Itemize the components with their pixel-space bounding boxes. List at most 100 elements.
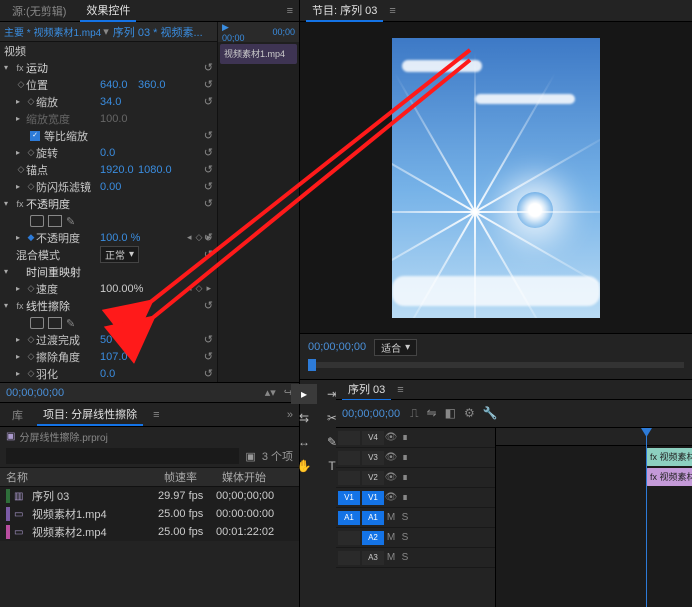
sequence-clip-link[interactable]: 序列 03 * 视频素...	[113, 24, 203, 40]
reset-icon[interactable]: ↺	[204, 180, 213, 193]
twirl-open-icon[interactable]: ▾	[4, 199, 12, 208]
fold-up-icon[interactable]: ▴▾	[265, 386, 276, 399]
track-label[interactable]: V4	[362, 431, 384, 445]
col-name[interactable]: 名称	[0, 469, 158, 485]
keyframe-stopwatch-icon[interactable]: ◇	[16, 79, 26, 90]
reset-icon[interactable]: ↺	[204, 197, 213, 210]
track-label[interactable]: V1	[362, 491, 384, 505]
scale-value[interactable]: 34.0	[100, 96, 121, 108]
reset-icon[interactable]: ↺	[204, 129, 213, 142]
opacity-effect[interactable]: ▾ fx 不透明度 ↺	[0, 195, 217, 212]
list-item[interactable]: ▭ 视频素材1.mp4 25.00 fps 00:00:00:00	[0, 505, 299, 523]
project-tab[interactable]: 项目: 分屏线性擦除	[37, 404, 143, 426]
pen-mask-icon[interactable]: ✎	[66, 215, 80, 227]
track-src-patch[interactable]	[338, 551, 360, 565]
mute-icon[interactable]: M	[384, 552, 398, 563]
lock-icon[interactable]: ∎	[398, 472, 412, 483]
hand-tool[interactable]: ✋	[291, 456, 317, 476]
position-y-value[interactable]: 360.0	[138, 79, 166, 91]
position-x-value[interactable]: 640.0	[100, 79, 128, 91]
track-src-patch[interactable]	[338, 431, 360, 445]
ripple-tool[interactable]: ⇆	[291, 408, 317, 428]
linear-wipe-effect[interactable]: ▾ fx 线性擦除 ↺	[0, 297, 217, 314]
reset-icon[interactable]: ↺	[204, 78, 213, 91]
solo-icon[interactable]: S	[398, 552, 412, 563]
program-scrub-bar[interactable]	[308, 362, 684, 368]
tab-menu-icon[interactable]: ≡	[287, 5, 293, 17]
col-fps[interactable]: 帧速率	[158, 469, 216, 485]
keyframe-stopwatch-icon[interactable]: ◇	[26, 181, 36, 192]
keyframe-stopwatch-icon[interactable]: ◇	[26, 283, 36, 294]
project-search-input[interactable]	[6, 448, 239, 464]
link-icon[interactable]: ⇋	[427, 406, 437, 421]
library-tab[interactable]: 库	[6, 405, 29, 425]
track-src-patch[interactable]	[338, 471, 360, 485]
keyframe-stopwatch-icon[interactable]: ◇	[26, 368, 36, 379]
track-header-v1[interactable]: V1 V1 👁 ∎	[336, 488, 495, 508]
wipe-angle-value[interactable]: 107.0°	[100, 351, 132, 363]
tab-menu-icon[interactable]: ≡	[153, 409, 159, 421]
track-header-a3[interactable]: A3 M S	[336, 548, 495, 568]
fx-badge-icon[interactable]: fx	[14, 63, 26, 73]
tab-menu-icon[interactable]: ≡	[389, 5, 395, 17]
eye-icon[interactable]: 👁	[384, 432, 398, 443]
list-item[interactable]: ▥ 序列 03 29.97 fps 00;00;00;00	[0, 487, 299, 505]
reset-icon[interactable]: ↺	[204, 163, 213, 176]
reset-icon[interactable]: ↺	[204, 333, 213, 346]
uniform-scale-row[interactable]: ✓ 等比缩放 ↺	[0, 127, 217, 144]
track-src-patch[interactable]: A1	[338, 511, 360, 525]
effect-controls-tab[interactable]: 效果控件	[80, 0, 136, 22]
twirl-icon[interactable]: ▸	[16, 97, 24, 106]
twirl-open-icon[interactable]: ▾	[4, 301, 12, 310]
twirl-open-icon[interactable]: ▾	[4, 63, 12, 72]
track-header-v3[interactable]: V3 👁 ∎	[336, 448, 495, 468]
flicker-value[interactable]: 0.00	[100, 181, 121, 193]
selection-tool[interactable]: ▸	[291, 384, 317, 404]
fx-badge-icon[interactable]: fx	[14, 301, 26, 311]
marker-icon[interactable]: ◧	[445, 406, 456, 421]
program-tab[interactable]: 节目: 序列 03	[306, 0, 383, 22]
reset-icon[interactable]: ↺	[204, 248, 213, 261]
keyframe-stopwatch-icon[interactable]: ◇	[16, 164, 26, 175]
anchor-y-value[interactable]: 1080.0	[138, 164, 172, 176]
twirl-open-icon[interactable]: ▾	[4, 267, 12, 276]
mini-tl-clip-bar[interactable]: 视频素材1.mp4	[220, 44, 297, 64]
eye-icon[interactable]: 👁	[384, 472, 398, 483]
tab-menu-icon[interactable]: ≡	[397, 384, 403, 396]
track-label[interactable]: A1	[362, 511, 384, 525]
clip-v3[interactable]: fx 视频素材1.mp4[V]	[646, 448, 692, 466]
current-timecode[interactable]: 00;00;00;00	[6, 387, 64, 399]
ellipse-mask-icon[interactable]	[30, 215, 44, 227]
track-header-a1[interactable]: A1 A1 M S	[336, 508, 495, 528]
speed-value[interactable]: 100.00%	[100, 283, 143, 295]
track-label[interactable]: A2	[362, 531, 384, 545]
keyframe-stopwatch-on-icon[interactable]: ◆	[26, 232, 36, 243]
checkbox-checked-icon[interactable]: ✓	[30, 131, 40, 141]
reset-icon[interactable]: ↺	[204, 299, 213, 312]
reset-icon[interactable]: ↺	[204, 367, 213, 380]
keyframe-stopwatch-icon[interactable]: ◇	[26, 147, 36, 158]
eye-icon[interactable]: 👁	[384, 492, 398, 503]
track-header-a2[interactable]: A2 M S	[336, 528, 495, 548]
timeline-ruler[interactable]	[496, 428, 692, 446]
keyframe-stopwatch-icon[interactable]: ◇	[26, 351, 36, 362]
settings-icon[interactable]: ⚙	[464, 406, 475, 421]
timeline-playhead[interactable]	[646, 428, 647, 607]
bin-icon[interactable]: ▣	[245, 450, 255, 463]
track-src-patch[interactable]	[338, 451, 360, 465]
timeline-timecode[interactable]: 00;00;00;00	[342, 408, 400, 420]
solo-icon[interactable]: S	[398, 532, 412, 543]
fit-dropdown[interactable]: 适合▾	[374, 339, 417, 356]
track-src-patch[interactable]: V1	[338, 491, 360, 505]
track-src-patch[interactable]	[338, 531, 360, 545]
sequence-tab[interactable]: 序列 03	[342, 379, 391, 401]
reset-icon[interactable]: ↺	[204, 231, 213, 244]
eye-icon[interactable]: 👁	[384, 452, 398, 463]
lock-icon[interactable]: ∎	[398, 432, 412, 443]
pen-mask-icon[interactable]: ✎	[66, 317, 80, 329]
mute-icon[interactable]: M	[384, 532, 398, 543]
program-playhead[interactable]	[308, 359, 316, 371]
motion-effect[interactable]: ▾ fx 运动 ↺	[0, 59, 217, 76]
lock-icon[interactable]: ∎	[398, 492, 412, 503]
program-monitor-view[interactable]	[300, 22, 692, 333]
